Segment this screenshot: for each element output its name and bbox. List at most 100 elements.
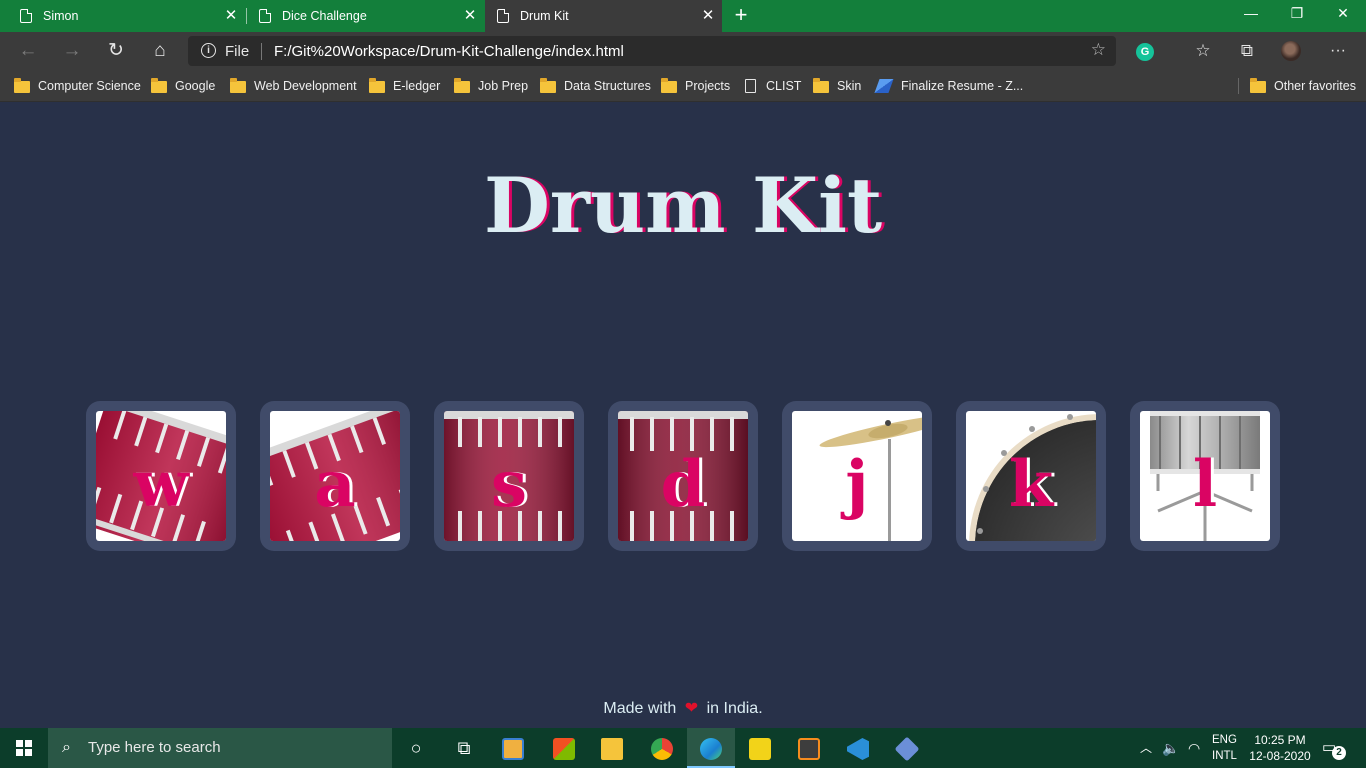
browser-toolbar: ← → ↻ ⌂ i File F:/Git%20Workspace/Drum-K… <box>0 32 1366 70</box>
page-icon <box>259 9 271 23</box>
grammarly-extension-icon[interactable]: G <box>1136 43 1154 61</box>
bookmark-other-favorites[interactable]: Other favorites <box>1250 76 1356 96</box>
language-layout: INTL <box>1212 750 1237 762</box>
tab-drum-kit[interactable]: Drum Kit ✕ <box>485 0 722 32</box>
bookmark-e-ledger[interactable]: E-ledger <box>369 76 440 96</box>
tab-title: Drum Kit <box>520 9 569 23</box>
bookmark-label: E-ledger <box>393 79 441 93</box>
search-placeholder: Type here to search <box>88 739 221 756</box>
home-button[interactable]: ⌂ <box>146 37 174 65</box>
vscode-icon[interactable] <box>847 738 869 760</box>
heart-icon: ❤ <box>684 700 699 717</box>
bookmark-projects[interactable]: Projects <box>661 76 730 96</box>
bookmark-clist[interactable]: CLIST <box>745 76 801 96</box>
page-title: Drum Kit <box>483 161 883 250</box>
info-icon[interactable]: i <box>201 43 216 58</box>
drum-key-label: j <box>845 447 869 522</box>
folder-icon <box>151 78 167 93</box>
tab-title: Simon <box>43 9 79 23</box>
sticky-notes-icon[interactable] <box>749 738 771 760</box>
drum-button-l[interactable]: l <box>1130 401 1280 551</box>
bookmark-computer-science[interactable]: Computer Science <box>14 76 141 96</box>
page-icon <box>20 9 32 23</box>
footer-text-before: Made with <box>603 700 677 717</box>
back-button[interactable]: ← <box>14 37 42 65</box>
bookmark-label: Google <box>175 79 216 93</box>
bookmark-label: Job Prep <box>478 79 529 93</box>
windows-start-icon[interactable] <box>16 740 32 756</box>
forward-button[interactable]: → <box>58 37 86 65</box>
address-url[interactable]: F:/Git%20Workspace/Drum-Kit-Challenge/in… <box>274 43 624 60</box>
clock-date: 12-08-2020 <box>1249 749 1311 763</box>
media-app-icon[interactable] <box>502 738 524 760</box>
bookmark-label: Skin <box>837 79 862 93</box>
file-explorer-icon[interactable] <box>601 738 623 760</box>
bookmark-label: Data Structures <box>564 79 651 93</box>
network-icon[interactable]: ◠ <box>1188 728 1200 768</box>
bookmark-web-development[interactable]: Web Development <box>230 76 357 96</box>
drum-button-w[interactable]: w <box>86 401 236 551</box>
tab-dice-challenge[interactable]: Dice Challenge ✕ <box>247 0 484 32</box>
task-view-icon[interactable]: ⧉ <box>440 728 488 768</box>
settings-menu-button[interactable]: ··· <box>1324 37 1352 65</box>
git-icon[interactable] <box>894 736 920 762</box>
drum-button-j[interactable]: j <box>782 401 932 551</box>
drum-key-label: s <box>490 447 528 522</box>
clock-time: 10:25 PM <box>1254 733 1306 747</box>
profile-avatar[interactable] <box>1281 41 1301 61</box>
notifications-icon[interactable]: ▭ 2 <box>1322 738 1346 760</box>
drum-button-s[interactable]: s <box>434 401 584 551</box>
bookmarks-bar: Computer Science Google Web Development … <box>0 70 1366 102</box>
drum-button-k[interactable]: k <box>956 401 1106 551</box>
collections-icon[interactable]: ⧉ <box>1233 37 1261 65</box>
bookmark-google[interactable]: Google <box>151 76 215 96</box>
restore-button[interactable]: ❐ <box>1274 0 1320 32</box>
edge-icon[interactable] <box>700 738 722 760</box>
folder-icon <box>661 78 677 93</box>
folder-icon <box>454 78 470 93</box>
bookmark-job-prep[interactable]: Job Prep <box>454 76 528 96</box>
app-icon <box>874 79 894 93</box>
drum-button-a[interactable]: a <box>260 401 410 551</box>
clock[interactable]: 10:25 PM 12-08-2020 <box>1248 732 1312 764</box>
window-close-button[interactable]: ✕ <box>1320 0 1366 32</box>
minimize-button[interactable]: — <box>1228 0 1274 32</box>
store-icon[interactable] <box>553 738 575 760</box>
bookmarks-divider <box>1238 78 1239 94</box>
close-icon[interactable]: ✕ <box>462 8 478 24</box>
sublime-text-icon[interactable] <box>798 738 820 760</box>
folder-icon <box>1250 78 1266 93</box>
bookmark-label: Finalize Resume - Z... <box>901 79 1024 93</box>
drum-key-label: a <box>314 447 356 522</box>
new-tab-button[interactable]: + <box>729 4 753 28</box>
bookmark-label: Web Development <box>254 79 357 93</box>
bookmark-label: Other favorites <box>1274 79 1356 93</box>
favorites-icon[interactable]: ☆ <box>1189 37 1217 65</box>
folder-icon <box>230 78 246 93</box>
folder-icon <box>14 78 30 93</box>
show-hidden-icons[interactable]: ︿ <box>1140 728 1152 768</box>
favorite-star-icon[interactable]: ☆ <box>1091 40 1106 60</box>
address-scheme: File <box>225 43 250 60</box>
page-icon <box>497 9 509 23</box>
folder-icon <box>813 78 829 93</box>
bookmark-skin[interactable]: Skin <box>813 76 861 96</box>
drum-button-d[interactable]: d <box>608 401 758 551</box>
close-icon[interactable]: ✕ <box>700 8 716 24</box>
bookmark-label: Computer Science <box>38 79 141 93</box>
taskbar-search-box[interactable]: ⌕ Type here to search <box>48 728 392 768</box>
refresh-button[interactable]: ↻ <box>102 37 130 65</box>
address-bar[interactable]: i File F:/Git%20Workspace/Drum-Kit-Chall… <box>188 36 1116 66</box>
notification-count-badge: 2 <box>1332 746 1346 760</box>
bookmark-finalize-resume[interactable]: Finalize Resume - Z... <box>874 76 1024 96</box>
volume-icon[interactable]: 🔈 <box>1162 728 1179 768</box>
cortana-icon[interactable]: ○ <box>392 728 440 768</box>
bookmark-data-structures[interactable]: Data Structures <box>540 76 651 96</box>
drum-key-label: d <box>660 447 706 522</box>
address-divider <box>261 43 262 60</box>
tab-simon[interactable]: Simon ✕ <box>0 0 245 32</box>
close-icon[interactable]: ✕ <box>223 8 239 24</box>
page-icon <box>745 79 756 93</box>
chrome-icon[interactable] <box>651 738 673 760</box>
language-indicator[interactable]: ENG INTL <box>1212 732 1237 764</box>
